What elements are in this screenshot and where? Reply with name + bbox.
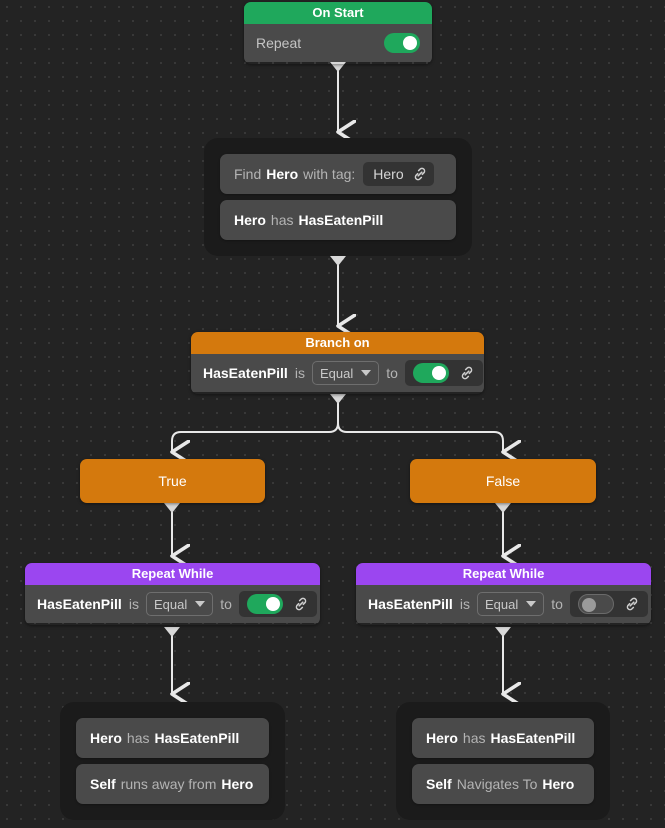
repeat-while-false-operator-select[interactable]: Equal — [476, 592, 545, 616]
branch-condition-row: HasEatenPill is Equal to — [203, 360, 483, 386]
statement-find-hero-with-tag[interactable]: Find Hero with tag: Hero — [220, 154, 456, 194]
group-true-actions[interactable]: Hero has HasEatenPill Self runs away fro… — [60, 702, 285, 820]
true-row1-object: HasEatenPill — [154, 730, 240, 746]
branch-variable: HasEatenPill — [203, 365, 288, 381]
true-row1-subject: Hero — [90, 730, 122, 746]
repeat-while-true-value-field[interactable] — [238, 591, 317, 617]
chevron-down-icon — [526, 601, 537, 607]
false-row1-subject: Hero — [426, 730, 458, 746]
true-row2-verb: runs away from — [120, 776, 217, 792]
repeat-while-false-to-label: to — [551, 596, 563, 612]
false-row2-object: Hero — [542, 776, 575, 792]
node-on-start-header: On Start — [244, 2, 432, 24]
repeat-while-true-variable: HasEatenPill — [37, 596, 122, 612]
chevron-down-icon — [361, 370, 372, 376]
repeat-while-true-operator-select[interactable]: Equal — [145, 592, 214, 616]
has-object: HasEatenPill — [298, 212, 384, 228]
repeat-while-true-to-label: to — [220, 596, 232, 612]
toggle-knob — [403, 36, 417, 50]
repeat-while-true-value-toggle[interactable] — [246, 594, 283, 614]
repeat-while-false-condition-row: HasEatenPill is Equal to — [368, 591, 648, 617]
statement-true-self-runs-away[interactable]: Self runs away from Hero — [76, 764, 269, 804]
repeat-while-true-operator-value: Equal — [153, 596, 188, 612]
repeat-while-false-operator-value: Equal — [484, 596, 519, 612]
toggle-knob — [265, 597, 280, 611]
repeat-while-true-condition-row: HasEatenPill is Equal to — [37, 591, 317, 617]
branch-value-toggle[interactable] — [412, 363, 449, 383]
find-target: Hero — [266, 166, 299, 182]
flow-canvas[interactable]: On Start Repeat Find Hero with tag: Hero — [0, 0, 665, 828]
hero-has-row: Hero has HasEatenPill — [234, 212, 442, 228]
repeat-label: Repeat — [256, 35, 302, 51]
false-row2-verb: Navigates To — [456, 776, 538, 792]
find-prefix: Find — [234, 166, 262, 182]
repeat-while-true-is-label: is — [128, 596, 139, 612]
repeat-toggle[interactable] — [384, 33, 420, 53]
true-row2-object: Hero — [221, 776, 254, 792]
node-true-branch[interactable]: True — [80, 459, 265, 503]
true-branch-label: True — [158, 473, 187, 489]
false-action-row-1: Hero has HasEatenPill — [426, 730, 580, 746]
false-row1-object: HasEatenPill — [490, 730, 576, 746]
true-action-row-2: Self runs away from Hero — [90, 776, 255, 792]
repeat-while-false-value-field[interactable] — [569, 591, 648, 617]
tag-value-text: Hero — [373, 166, 404, 182]
branch-value-field[interactable] — [404, 360, 483, 386]
toggle-knob — [581, 598, 596, 612]
statement-false-hero-has[interactable]: Hero has HasEatenPill — [412, 718, 594, 758]
link-icon[interactable] — [459, 365, 475, 381]
branch-to-label: to — [386, 365, 398, 381]
false-row2-subject: Self — [426, 776, 452, 792]
node-branch-on-header: Branch on — [191, 332, 484, 354]
node-branch-on-body: HasEatenPill is Equal to — [191, 354, 484, 392]
chevron-down-icon — [195, 601, 206, 607]
find-hero-row: Find Hero with tag: Hero — [234, 162, 442, 186]
toggle-knob — [431, 366, 446, 380]
node-branch-on[interactable]: Branch on HasEatenPill is Equal to — [191, 332, 484, 394]
branch-operator-select[interactable]: Equal — [311, 361, 380, 385]
repeat-while-false-value-toggle[interactable] — [577, 594, 614, 614]
group-find-hero[interactable]: Find Hero with tag: Hero Hero has HasEat… — [204, 138, 472, 256]
true-row2-subject: Self — [90, 776, 116, 792]
node-repeat-while-true[interactable]: Repeat While HasEatenPill is Equal to — [25, 563, 320, 625]
statement-false-self-navigates-to[interactable]: Self Navigates To Hero — [412, 764, 594, 804]
true-row1-verb: has — [126, 730, 150, 746]
node-repeat-while-true-body: HasEatenPill is Equal to — [25, 585, 320, 623]
group-false-actions[interactable]: Hero has HasEatenPill Self Navigates To … — [396, 702, 610, 820]
has-verb: has — [270, 212, 294, 228]
node-on-start[interactable]: On Start Repeat — [244, 2, 432, 64]
node-repeat-while-false[interactable]: Repeat While HasEatenPill is Equal to — [356, 563, 651, 625]
find-suffix: with tag: — [303, 166, 356, 182]
link-icon[interactable] — [624, 596, 640, 612]
repeat-while-false-is-label: is — [459, 596, 470, 612]
has-subject: Hero — [234, 212, 266, 228]
false-row1-verb: has — [462, 730, 486, 746]
link-icon[interactable] — [412, 166, 428, 182]
link-icon[interactable] — [293, 596, 309, 612]
repeat-while-false-variable: HasEatenPill — [368, 596, 453, 612]
node-on-start-body: Repeat — [244, 24, 432, 62]
tag-value-field[interactable]: Hero — [363, 162, 434, 186]
node-repeat-while-false-header: Repeat While — [356, 563, 651, 585]
statement-hero-has-haseatenpill[interactable]: Hero has HasEatenPill — [220, 200, 456, 240]
statement-true-hero-has[interactable]: Hero has HasEatenPill — [76, 718, 269, 758]
false-branch-label: False — [485, 473, 521, 489]
branch-is-label: is — [294, 365, 305, 381]
true-action-row-1: Hero has HasEatenPill — [90, 730, 255, 746]
node-false-branch[interactable]: False — [410, 459, 596, 503]
node-repeat-while-false-body: HasEatenPill is Equal to — [356, 585, 651, 623]
branch-operator-value: Equal — [319, 365, 354, 381]
false-action-row-2: Self Navigates To Hero — [426, 776, 580, 792]
node-repeat-while-true-header: Repeat While — [25, 563, 320, 585]
